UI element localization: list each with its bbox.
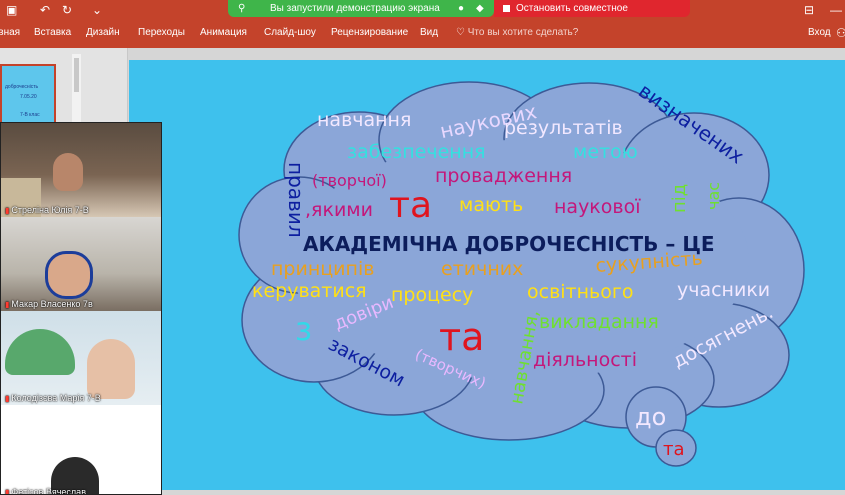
cloud-word: під (669, 184, 690, 213)
cloud-word: процесу (391, 284, 473, 306)
cloud-word: забезпечення (347, 141, 486, 163)
watermelon-image (5, 329, 75, 375)
cloud-word: діяльності (533, 349, 637, 371)
microphone-icon[interactable]: ● (458, 0, 464, 17)
cloud-word: наукової (554, 196, 641, 218)
participant-face (53, 153, 83, 191)
cloud-word: та (389, 185, 432, 226)
participant-video-tile[interactable]: ▮ Макар Власенко 7в (1, 217, 161, 311)
tab-review[interactable]: Рецензирование (331, 20, 408, 48)
participant-video-tile[interactable]: ▮ Стреліна Юлія 7-В (1, 123, 161, 217)
cloud-word: викладання (539, 311, 659, 333)
minimize-icon[interactable]: — (830, 2, 842, 18)
share-person-icon[interactable]: ⚇ (836, 20, 845, 48)
title-bar: ▣ ↶ ↻ ⌄ ⚲ Вы запустили демонстрацию экра… (0, 0, 845, 31)
tab-design[interactable]: Дизайн (86, 20, 120, 48)
screen-share-running-text: Вы запустили демонстрацию экрана (270, 3, 440, 14)
cloud-word: ,якими (305, 199, 373, 221)
cloud-word: до (635, 403, 666, 431)
customize-quick-access-icon[interactable]: ⌄ (92, 2, 102, 18)
cloud-word: та (663, 439, 685, 460)
participant-name: ▮ Колодізєва Марія 7-В (5, 393, 101, 403)
video-gallery[interactable]: ▮ Стреліна Юлія 7-В ▮ Макар Власенко 7в ▮ К… (0, 122, 162, 495)
tell-me-search[interactable]: ♡ Что вы хотите сделать? (456, 20, 578, 48)
shield-icon: ◆ (476, 3, 484, 14)
participant-name: ▮ Стреліна Юлія 7-В (5, 205, 89, 215)
cloud-word: етичних (441, 258, 523, 280)
tab-animation[interactable]: Анимация (200, 20, 247, 48)
ribbon-display-options-icon[interactable]: ⊟ (804, 2, 814, 18)
participant-video-tile[interactable]: ▮ Фетісов Вячеслав (1, 405, 161, 495)
cloud-word: учасники (677, 279, 770, 301)
cloud-word: час (704, 182, 723, 210)
participant-face (45, 251, 93, 299)
tab-home[interactable]: Главная (0, 20, 20, 48)
cloud-word: та (439, 315, 484, 359)
tab-insert[interactable]: Вставка (34, 20, 71, 48)
participant-name: ▮ Макар Власенко 7в (5, 299, 93, 309)
tab-view[interactable]: Вид (420, 20, 438, 48)
thumbnail-title-text: доброчесність (5, 84, 39, 90)
cloud-word: (творчої) (312, 171, 387, 190)
tab-slideshow[interactable]: Слайд-шоу (264, 20, 316, 48)
scroll-thumb[interactable] (74, 58, 79, 92)
stop-icon (503, 5, 510, 12)
save-icon[interactable]: ▣ (6, 2, 17, 18)
cloud-word: результатів (504, 117, 623, 139)
cloud-word: мають (459, 194, 523, 216)
repeat-icon[interactable]: ↻ (62, 2, 72, 18)
cloud-word: навчання (317, 109, 411, 131)
ribbon-tab-bar: Главная Вставка Дизайн Переходы Анимация… (0, 20, 845, 48)
cloud-word: освітнього (527, 281, 633, 303)
lightbulb-icon: ♡ (456, 27, 465, 38)
participant-face (87, 339, 135, 399)
cloud-word: керуватися (252, 280, 367, 302)
stop-share-button[interactable]: Остановить совместное использование (494, 0, 690, 31)
slide-canvas[interactable]: навчання наукових результатів визначених… (129, 60, 845, 490)
cloud-word: принципів (271, 258, 374, 280)
signin-link[interactable]: Вход (808, 20, 831, 48)
participant-video-tile[interactable]: ▮ Колодізєва Марія 7-В (1, 311, 161, 405)
undo-icon[interactable]: ↶ (40, 2, 50, 18)
cloud-word: провадження (435, 165, 572, 187)
muted-microphone-icon: ▮ (5, 206, 10, 215)
thumbnail-date-text: 7.05.20 (20, 94, 37, 100)
tell-me-text: Что вы хотите сделать? (467, 27, 579, 38)
pin-icon: ⚲ (238, 3, 246, 14)
cloud-word: з (295, 310, 312, 348)
thumbnail-class-text: 7-В клас (20, 112, 40, 118)
participant-name: ▮ Фетісов Вячеслав (5, 487, 86, 495)
muted-microphone-icon: ▮ (5, 394, 10, 403)
muted-microphone-icon: ▮ (5, 488, 10, 495)
word-cloud-slide: навчання наукових результатів визначених… (238, 78, 805, 467)
muted-microphone-icon: ▮ (5, 300, 10, 309)
tab-transitions[interactable]: Переходы (138, 20, 185, 48)
cloud-word: метою (573, 141, 638, 163)
screen-share-status-bar[interactable]: ⚲ Вы запустили демонстрацию экрана ● ◆ (228, 0, 494, 17)
